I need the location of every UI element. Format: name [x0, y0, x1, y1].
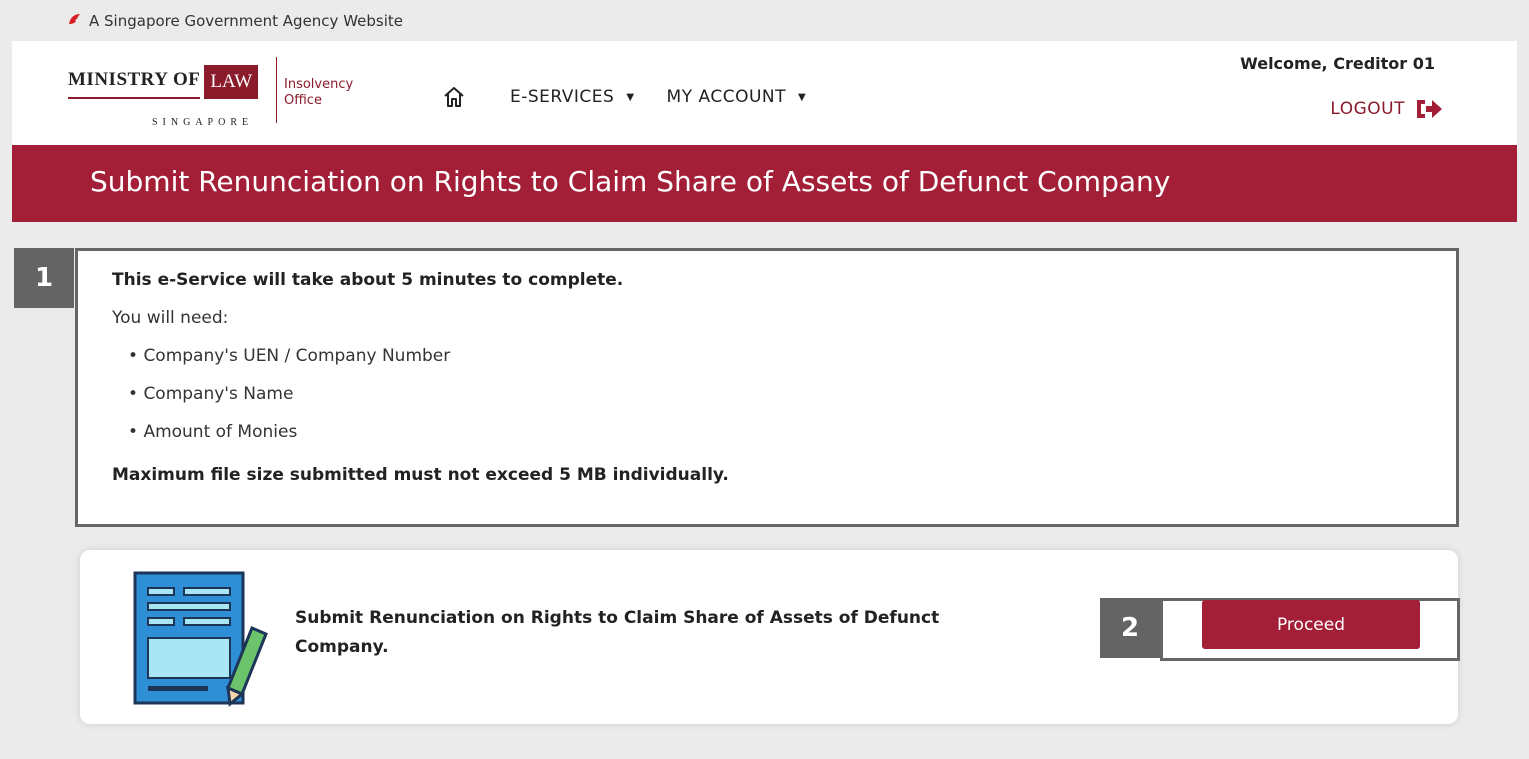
requirement-item: Amount of Monies [143, 422, 298, 442]
document-pen-icon [133, 571, 268, 707]
list-item: • Amount of Monies [128, 422, 298, 442]
caret-down-icon: ▼ [626, 91, 635, 103]
site-header: MINISTRY OF LAW SINGAPORE Insolvency Off… [12, 41, 1517, 145]
office-line-1: Insolvency [284, 77, 354, 92]
proceed-button[interactable]: Proceed [1202, 600, 1420, 649]
caret-down-icon: ▼ [798, 91, 807, 103]
page-title: Submit Renunciation on Rights to Claim S… [90, 165, 1171, 198]
lion-head-icon [69, 14, 80, 24]
logo-divider [276, 57, 277, 123]
nav-my-account-label: MY ACCOUNT [666, 87, 786, 107]
government-agency-text: A Singapore Government Agency Website [89, 12, 403, 30]
welcome-text: Welcome, Creditor 01 [1240, 54, 1435, 73]
singapore-text: SINGAPORE [152, 117, 254, 128]
service-title: Submit Renunciation on Rights to Claim S… [295, 608, 940, 657]
ministry-wordmark: MINISTRY OF LAW [68, 55, 259, 99]
requirement-item: Company's Name [143, 384, 294, 404]
government-agency-bar: A Singapore Government Agency Website [0, 0, 1529, 41]
main-nav: E-SERVICES ▼ MY ACCOUNT ▼ [442, 85, 838, 109]
duration-text: This e-Service will take about 5 minutes… [112, 270, 624, 290]
nav-eservices-label: E-SERVICES [510, 87, 615, 107]
list-item: • Company's UEN / Company Number [128, 346, 451, 366]
nav-my-account[interactable]: MY ACCOUNT ▼ [667, 87, 807, 107]
logout-label: LOGOUT [1330, 99, 1405, 119]
law-text: LAW [204, 65, 259, 99]
logout-button[interactable]: LOGOUT [1330, 97, 1443, 121]
logout-icon [1417, 100, 1442, 118]
insolvency-office-text: Insolvency Office [284, 77, 353, 109]
office-line-2: Office [284, 93, 322, 108]
info-panel: This e-Service will take about 5 minutes… [75, 248, 1459, 527]
requirements-label: You will need: [112, 308, 229, 328]
requirement-item: Company's UEN / Company Number [143, 346, 451, 366]
step-badge-1: 1 [14, 248, 74, 308]
list-item: • Company's Name [128, 384, 294, 404]
nav-eservices[interactable]: E-SERVICES ▼ [510, 87, 635, 107]
step-badge-2: 2 [1100, 598, 1160, 658]
file-size-note: Maximum file size submitted must not exc… [112, 465, 729, 485]
page-banner: Submit Renunciation on Rights to Claim S… [12, 145, 1517, 222]
home-icon[interactable] [442, 85, 466, 109]
ministry-logo[interactable]: MINISTRY OF LAW SINGAPORE Insolvency Off… [68, 55, 388, 135]
ministry-of-text: MINISTRY OF [68, 69, 201, 99]
